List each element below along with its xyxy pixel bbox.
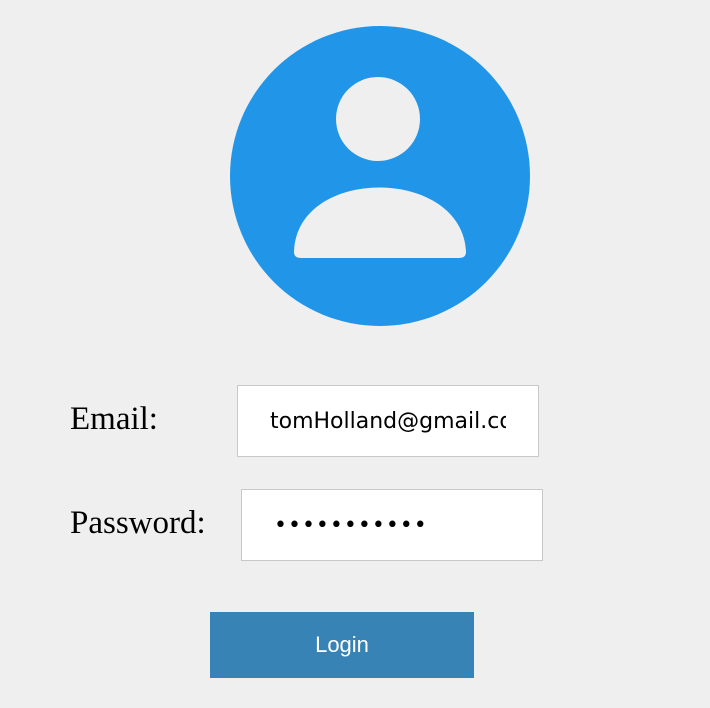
avatar: [230, 26, 530, 326]
password-label: Password:: [70, 505, 206, 541]
user-avatar-icon: [230, 26, 530, 326]
password-input[interactable]: [242, 490, 542, 560]
email-field[interactable]: [237, 385, 539, 457]
email-label: Email:: [70, 401, 158, 437]
password-field[interactable]: [241, 489, 543, 561]
email-input[interactable]: [238, 386, 538, 456]
avatar-head: [336, 77, 420, 161]
login-button[interactable]: Login: [210, 612, 474, 678]
avatar-circle: [230, 26, 530, 326]
